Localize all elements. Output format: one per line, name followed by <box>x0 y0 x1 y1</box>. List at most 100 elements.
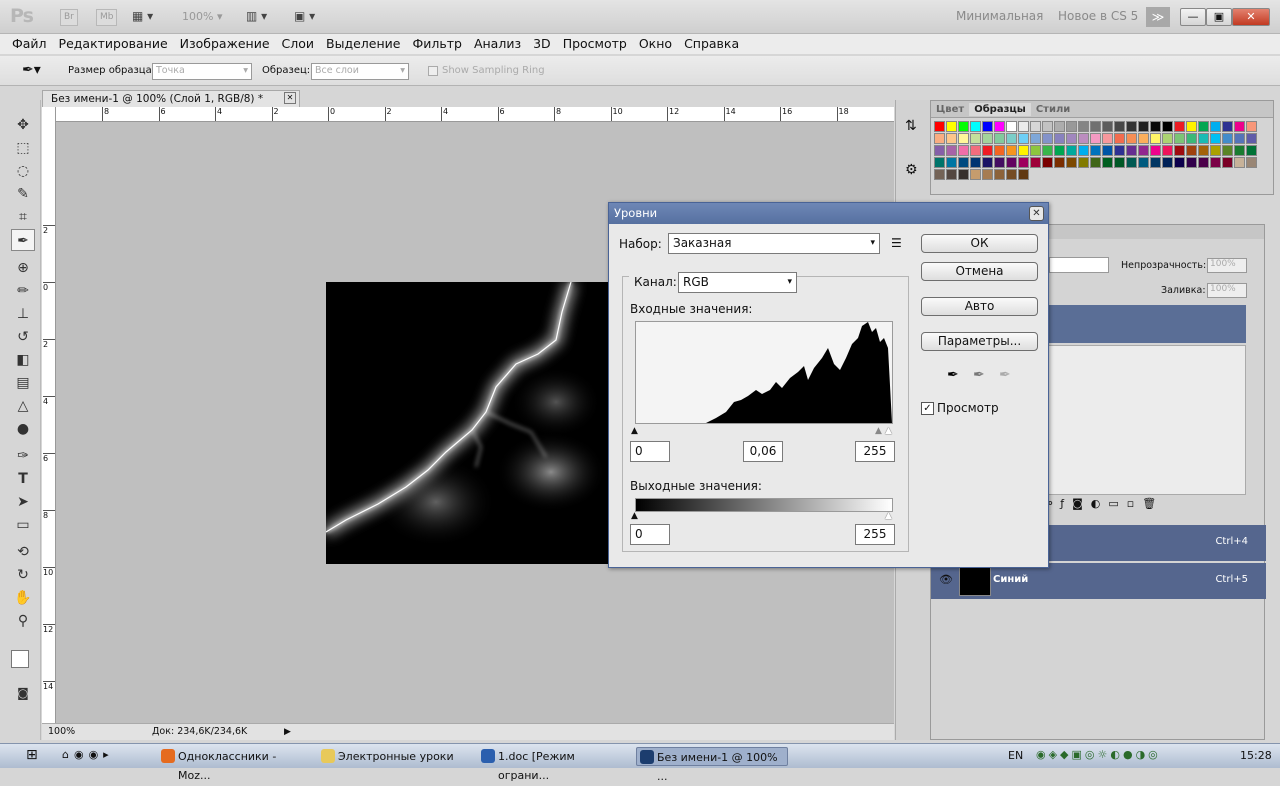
color-swatch[interactable] <box>982 145 993 156</box>
menu-3d[interactable]: 3D <box>527 34 557 53</box>
arrange-documents-menu[interactable]: ▥ ▾ <box>246 9 267 23</box>
color-swatch[interactable] <box>1018 121 1029 132</box>
more-workspaces-button[interactable]: ≫ <box>1146 7 1170 27</box>
color-swatch[interactable] <box>1018 169 1029 180</box>
quick-mask-icon[interactable]: ◙ <box>11 682 35 704</box>
color-swatch[interactable] <box>1222 145 1233 156</box>
color-swatch[interactable] <box>946 145 957 156</box>
color-swatch[interactable] <box>1018 145 1029 156</box>
eyedropper-preset-icon[interactable]: ✒▾ <box>22 62 41 78</box>
eyedropper-tool-icon[interactable]: ✒ <box>11 229 35 251</box>
color-swatch[interactable] <box>1246 133 1257 144</box>
color-swatch[interactable] <box>958 157 969 168</box>
color-swatch[interactable] <box>1030 145 1041 156</box>
menu-select[interactable]: Выделение <box>320 34 406 53</box>
color-swatch[interactable] <box>958 145 969 156</box>
pen-tool-icon[interactable]: ✑ <box>11 445 35 467</box>
color-swatch[interactable] <box>1030 157 1041 168</box>
color-swatch[interactable] <box>1246 145 1257 156</box>
menu-analysis[interactable]: Анализ <box>468 34 527 53</box>
color-swatch[interactable] <box>1006 169 1017 180</box>
brush-tool-icon[interactable]: ✏ <box>11 280 35 302</box>
color-swatch[interactable] <box>1210 145 1221 156</box>
color-swatch[interactable] <box>1102 121 1113 132</box>
color-swatch[interactable] <box>994 121 1005 132</box>
shape-tool-icon[interactable]: ▭ <box>11 514 35 536</box>
status-zoom[interactable]: 100% <box>48 724 75 740</box>
3d-orbit-tool-icon[interactable]: ↻ <box>11 564 35 586</box>
taskbar-item-word[interactable]: 1.doc [Режим ограни... <box>478 747 628 782</box>
view-extras-menu[interactable]: ▦ ▾ <box>132 9 166 25</box>
color-swatch[interactable] <box>1234 145 1245 156</box>
color-swatch[interactable] <box>1042 133 1053 144</box>
close-document-icon[interactable]: ✕ <box>284 92 296 104</box>
color-swatch[interactable] <box>1042 157 1053 168</box>
input-white-field[interactable]: 255 <box>855 441 895 462</box>
taskbar-item-photoshop[interactable]: Без имени-1 @ 100% ... <box>636 747 788 783</box>
gray-point-eyedropper-icon[interactable]: ✒ <box>973 367 985 383</box>
input-black-slider-handle[interactable]: ▲ <box>631 426 638 436</box>
gradient-tool-icon[interactable]: ▤ <box>11 372 35 394</box>
color-swatch[interactable] <box>934 133 945 144</box>
marquee-tool-icon[interactable]: ⬚ <box>11 137 35 159</box>
preview-checkbox[interactable]: ✓ <box>921 402 934 415</box>
color-swatch[interactable] <box>1126 145 1137 156</box>
color-swatch[interactable] <box>1078 157 1089 168</box>
color-swatch[interactable] <box>1054 121 1065 132</box>
workspace-minimal[interactable]: Минимальная <box>956 9 1043 23</box>
mini-bridge-button[interactable]: Mb <box>96 9 118 26</box>
color-swatch[interactable] <box>1090 157 1101 168</box>
document-tab[interactable]: Без имени-1 @ 100% (Слой 1, RGB/8) * ✕ <box>42 90 300 107</box>
color-swatch[interactable] <box>1138 145 1149 156</box>
fill-field[interactable]: 100% <box>1207 283 1247 298</box>
workspace-new-in-cs5[interactable]: Новое в CS 5 <box>1058 9 1138 23</box>
color-swatch[interactable] <box>1162 157 1173 168</box>
color-swatch[interactable] <box>1234 157 1245 168</box>
zoom-tool-icon[interactable]: ⚲ <box>11 610 35 632</box>
status-menu-arrow-icon[interactable]: ▶ <box>284 724 291 740</box>
tab-color[interactable]: Цвет <box>931 103 969 116</box>
menu-window[interactable]: Окно <box>633 34 678 53</box>
system-tray-icons[interactable]: ◉◈◆▣◎☼◐●◑◎ <box>1036 748 1161 761</box>
tab-swatches[interactable]: Образцы <box>969 103 1031 116</box>
color-swatch[interactable] <box>994 157 1005 168</box>
clone-stamp-tool-icon[interactable]: ⊥ <box>11 303 35 325</box>
color-swatch[interactable] <box>1234 121 1245 132</box>
channel-select[interactable]: RGB ▾ <box>678 272 797 293</box>
color-swatch[interactable] <box>1042 121 1053 132</box>
color-swatch[interactable] <box>970 133 981 144</box>
opacity-field[interactable]: 100% <box>1207 258 1247 273</box>
menu-help[interactable]: Справка <box>678 34 745 53</box>
color-swatch[interactable] <box>1030 133 1041 144</box>
color-swatch[interactable] <box>1078 133 1089 144</box>
input-gamma-slider-handle[interactable]: ▲ <box>875 426 882 436</box>
hand-tool-icon[interactable]: ✋ <box>11 587 35 609</box>
color-swatch[interactable] <box>1066 133 1077 144</box>
color-swatch[interactable] <box>1102 157 1113 168</box>
color-swatch[interactable] <box>1246 121 1257 132</box>
color-swatch[interactable] <box>1186 121 1197 132</box>
3d-rotate-tool-icon[interactable]: ⟲ <box>11 541 35 563</box>
color-swatch[interactable] <box>970 169 981 180</box>
output-white-field[interactable]: 255 <box>855 524 895 545</box>
ok-button[interactable]: ОК <box>921 234 1038 253</box>
color-swatch[interactable] <box>982 157 993 168</box>
color-swatch[interactable] <box>1210 121 1221 132</box>
color-swatch[interactable] <box>946 157 957 168</box>
color-swatch[interactable] <box>1210 157 1221 168</box>
sample-size-select[interactable]: Точка ▾ <box>152 63 252 80</box>
color-swatch[interactable] <box>934 121 945 132</box>
color-swatch[interactable] <box>970 121 981 132</box>
color-swatch[interactable] <box>1150 133 1161 144</box>
color-swatch[interactable] <box>1006 121 1017 132</box>
sample-layers-select[interactable]: Все слои ▾ <box>311 63 409 80</box>
adjustments-panel-icon[interactable]: ⚙ <box>905 162 918 178</box>
color-swatch[interactable] <box>1150 145 1161 156</box>
history-panel-icon[interactable]: ⇅ <box>905 118 917 134</box>
color-swatch[interactable] <box>1150 121 1161 132</box>
preset-options-icon[interactable]: ☰ <box>891 236 902 250</box>
layers-footer-icons[interactable]: ⚯ƒ◙◐▭▫🗑 <box>1043 497 1253 510</box>
healing-brush-tool-icon[interactable]: ⊕ <box>11 257 35 279</box>
color-swatch[interactable] <box>1162 121 1173 132</box>
color-swatch[interactable] <box>1198 133 1209 144</box>
